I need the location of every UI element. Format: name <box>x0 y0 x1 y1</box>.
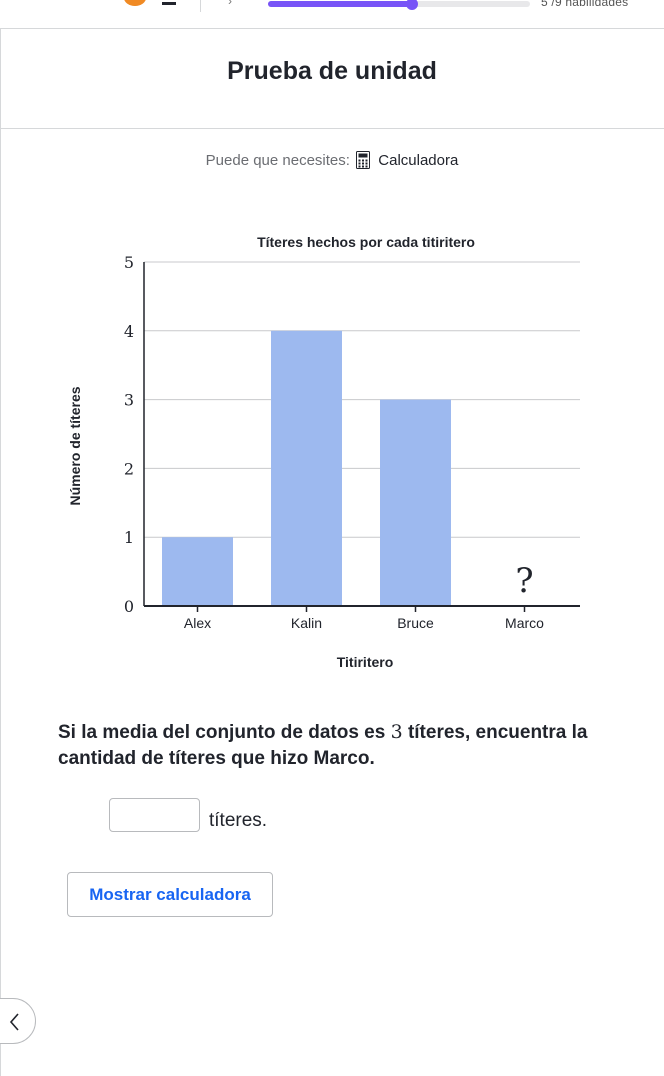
title-band: Prueba de unidad <box>0 29 664 129</box>
top-bar: › 5 /9 habilidades <box>0 0 664 29</box>
x-axis-label: Titiritero <box>337 654 394 670</box>
top-divider <box>200 0 201 12</box>
x-tick-label: Kalin <box>291 615 322 631</box>
back-button[interactable] <box>0 998 36 1044</box>
y-tick-label: 2 <box>124 459 134 478</box>
chart-title: Títeres hechos por cada titiritero <box>257 234 475 250</box>
calculator-icon <box>356 151 371 173</box>
chevron-icon: › <box>228 0 232 8</box>
answer-input[interactable] <box>109 798 200 832</box>
y-tick-label: 5 <box>124 253 134 272</box>
question-mean-value: 3 <box>390 721 403 743</box>
chevron-left-icon <box>9 1013 19 1031</box>
streak-icon <box>124 0 146 6</box>
calculator-label: Calculadora <box>378 152 459 169</box>
bar <box>380 399 451 606</box>
y-tick-label: 1 <box>124 528 134 547</box>
show-calculator-button[interactable]: Mostrar calculadora <box>67 872 273 917</box>
skills-count: 5 /9 habilidades <box>541 0 629 9</box>
dash-icon <box>162 2 176 5</box>
tools-hint: Puede que necesites: Calculadora <box>0 151 664 173</box>
progress-knob <box>406 0 419 10</box>
y-tick-label: 3 <box>124 391 134 410</box>
y-axis-label: Número de títeres <box>67 386 83 505</box>
bar-chart: Títeres hechos por cada titiritero 0 1 2 3 4 5… <box>67 234 580 670</box>
x-tick-label: Alex <box>184 615 211 631</box>
page-title: Prueba de unidad <box>227 57 437 85</box>
y-tick-label: 4 <box>124 322 134 341</box>
progress-fill <box>268 1 413 7</box>
question-text: Si la media del conjunto de datos es 3 t… <box>58 719 618 772</box>
bar <box>271 330 342 606</box>
tools-prefix: Puede que necesites: <box>205 152 350 169</box>
bar <box>162 537 233 606</box>
answer-unit: títeres. <box>209 810 268 831</box>
x-tick-label: Marco <box>505 615 544 631</box>
answer-row: títeres. <box>109 798 267 832</box>
y-tick-label: 0 <box>124 597 134 616</box>
unknown-value-marker: ? <box>515 561 533 601</box>
x-tick-label: Bruce <box>397 615 434 631</box>
progress-bar <box>268 0 530 10</box>
question-before: Si la media del conjunto de datos es <box>58 722 386 743</box>
